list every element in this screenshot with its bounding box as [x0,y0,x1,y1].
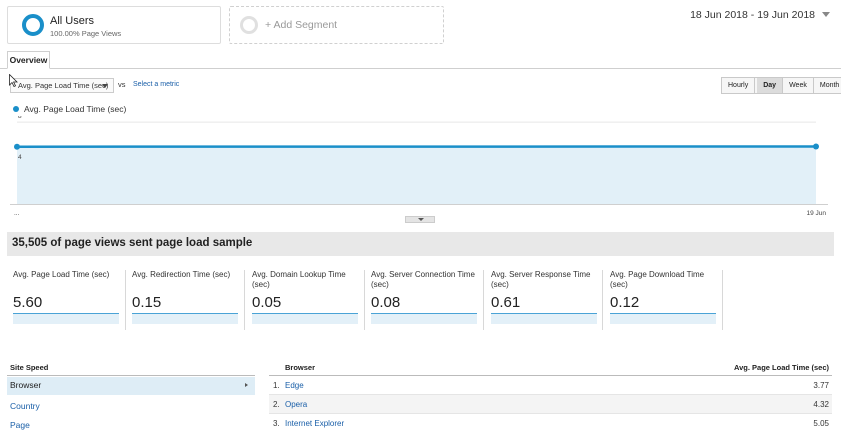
kpi-divider [364,270,365,330]
kpi-label: Avg. Domain Lookup Time (sec) [252,270,346,289]
period-button-group: Hourly Day Week Month [721,77,841,94]
kpi-value: 0.05 [252,294,282,311]
kpi-label: Avg. Server Response Time (sec) [491,270,591,289]
add-segment-button[interactable]: + Add Segment [229,6,444,44]
day-button[interactable]: Day [757,78,784,93]
row-value: 4.32 [813,400,829,409]
row-browser-link[interactable]: Opera [285,400,307,409]
dimension-label: Browser [10,380,42,390]
month-button[interactable]: Month [814,78,841,93]
chart-point[interactable] [813,143,819,150]
table-row: 2. Opera 4.32 [269,395,832,414]
y-tick-label: 4 [18,154,22,161]
segment-ring-icon [22,14,44,36]
kpi-value: 0.61 [491,294,521,311]
metric-select[interactable]: Avg. Page Load Time (sec) [10,78,114,93]
chart-collapse-toggle[interactable] [405,216,435,223]
kpi-divider [125,270,126,330]
chevron-down-icon[interactable] [822,12,830,17]
table-header: Browser Avg. Page Load Time (sec) [269,363,832,376]
chevron-right-icon [245,383,248,387]
dimension-page[interactable]: Page [10,420,30,430]
site-speed-heading: Site Speed [7,363,255,376]
segment-title: All Users [50,15,95,27]
table-row: 1. Edge 3.77 [269,376,832,395]
kpi-avg-page-load-time[interactable]: Avg. Page Load Time (sec) 5.60 [13,270,128,328]
kpi-label: Avg. Page Load Time (sec) [13,270,110,279]
kpi-value: 0.12 [610,294,640,311]
add-segment-label: + Add Segment [265,19,338,31]
chart-area-fill [17,146,816,204]
empty-segment-ring-icon [240,16,258,34]
kpi-value: 0.15 [132,294,162,311]
row-browser-link[interactable]: Edge [285,381,304,390]
segment-all-users[interactable]: All Users 100.00% Page Views [7,6,221,44]
row-value: 3.77 [813,381,829,390]
kpi-value: 5.60 [13,294,43,311]
kpi-divider [602,270,603,330]
chart-legend-label: Avg. Page Load Time (sec) [24,104,127,114]
kpi-sparkline [132,313,238,324]
kpi-sparkline [491,313,597,324]
vs-label: vs [118,80,126,89]
kpi-sparkline [13,313,119,324]
row-index: 1. [273,381,280,390]
kpi-avg-server-response-time[interactable]: Avg. Server Response Time (sec) 0.61 [491,270,606,328]
y-tick-label: 8 [18,116,22,120]
row-value: 5.05 [813,419,829,428]
kpi-avg-page-download-time[interactable]: Avg. Page Download Time (sec) 0.12 [610,270,725,328]
legend-dot-icon [13,106,19,112]
kpi-divider [244,270,245,330]
kpi-divider [722,270,723,330]
kpi-label: Avg. Redirection Time (sec) [132,270,231,279]
kpi-avg-redirection-time[interactable]: Avg. Redirection Time (sec) 0.15 [132,270,247,328]
mouse-cursor-icon [9,74,18,87]
segment-subtitle: 100.00% Page Views [50,29,122,38]
row-browser-link[interactable]: Internet Explorer [285,419,344,428]
tab-overview[interactable]: Overview [7,51,50,69]
hourly-button[interactable]: Hourly [722,78,756,93]
kpi-value: 0.08 [371,294,401,311]
chevron-down-icon [102,84,108,88]
dimension-browser[interactable]: Browser [7,377,255,395]
x-tick-label: ... [14,210,20,217]
chart-point[interactable] [14,143,20,150]
column-header-avg-page-load-time[interactable]: Avg. Page Load Time (sec) [734,363,829,372]
summary-bar: 35,505 of page views sent page load samp… [7,232,834,256]
summary-text: 35,505 of page views sent page load samp… [12,237,253,249]
select-metric-link[interactable]: Select a metric [133,81,179,88]
kpi-divider [483,270,484,330]
kpi-avg-server-connection-time[interactable]: Avg. Server Connection Time (sec) 0.08 [371,270,486,328]
kpi-label: Avg. Server Connection Time (sec) [371,270,475,289]
date-range-picker[interactable]: 18 Jun 2018 - 19 Jun 2018 [690,9,815,21]
kpi-sparkline [371,313,477,324]
week-button[interactable]: Week [783,78,814,93]
chart-y-ticks: 84 [18,116,22,161]
x-tick-label: 19 Jun [806,210,826,217]
column-header-browser[interactable]: Browser [285,363,315,372]
kpi-sparkline [252,313,358,324]
tab-divider [0,68,841,69]
kpi-avg-domain-lookup-time[interactable]: Avg. Domain Lookup Time (sec) 0.05 [252,270,367,328]
chevron-down-icon [418,218,424,221]
dimension-country[interactable]: Country [10,401,40,411]
table-row: 3. Internet Explorer 5.05 [269,414,832,431]
kpi-label: Avg. Page Download Time (sec) [610,270,705,289]
kpi-sparkline [610,313,716,324]
row-index: 3. [273,419,280,428]
line-chart: 84 ... 19 Jun [10,116,828,217]
metric-select-value: Avg. Page Load Time (sec) [18,81,109,90]
row-index: 2. [273,400,280,409]
